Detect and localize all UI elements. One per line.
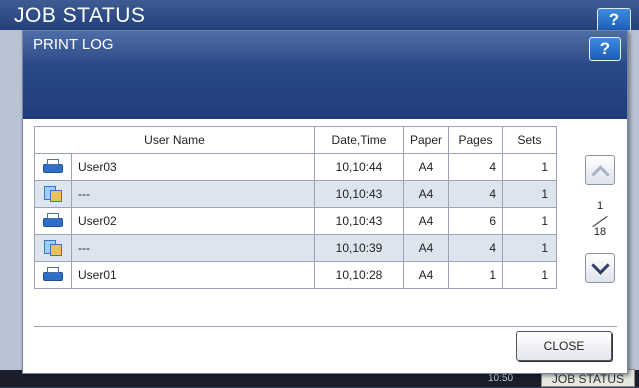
clock: 10:50 xyxy=(488,373,514,384)
scroll-down-button[interactable] xyxy=(585,253,615,283)
sets-cell: 1 xyxy=(502,153,557,181)
printer-icon xyxy=(42,158,64,176)
paper-cell: A4 xyxy=(403,153,449,181)
sets-cell: 1 xyxy=(502,234,557,262)
chevron-up-icon xyxy=(590,165,610,184)
column-header-sets: Sets xyxy=(502,126,557,154)
paper-cell: A4 xyxy=(403,180,449,208)
dialog-title: PRINT LOG xyxy=(33,36,114,53)
divider xyxy=(34,326,617,327)
user-name-cell: --- xyxy=(71,180,315,208)
date-time-cell: 10,10:43 xyxy=(314,207,404,235)
sets-cell: 1 xyxy=(502,261,557,289)
column-header-paper: Paper xyxy=(403,126,449,154)
printer-icon xyxy=(42,266,64,284)
dialog-banner xyxy=(23,63,627,119)
paper-cell: A4 xyxy=(403,261,449,289)
pages-cell: 4 xyxy=(448,234,503,262)
background-help-button[interactable]: ? xyxy=(597,8,631,32)
sets-cell: 1 xyxy=(502,207,557,235)
column-header-user-name: User Name xyxy=(34,126,315,154)
pages-cell: 1 xyxy=(448,261,503,289)
column-header-date-time: Date,Time xyxy=(314,126,404,154)
print-log-dialog: PRINT LOG ? User Name Date,Time Paper Pa… xyxy=(22,30,628,374)
dialog-header: PRINT LOG ? xyxy=(23,31,627,63)
help-button[interactable]: ? xyxy=(589,37,621,61)
background-header: JOB STATUS ? xyxy=(0,0,639,32)
date-time-cell: 10,10:43 xyxy=(314,180,404,208)
table-row[interactable]: --- 10,10:39 A4 4 1 xyxy=(34,234,557,262)
paper-cell: A4 xyxy=(403,234,449,262)
sets-cell: 1 xyxy=(502,180,557,208)
date-time-cell: 10,10:39 xyxy=(314,234,404,262)
printer-icon xyxy=(42,212,64,230)
table-row[interactable]: User01 10,10:28 A4 1 1 xyxy=(34,261,557,289)
user-name-cell: User01 xyxy=(71,261,315,289)
pages-cell: 6 xyxy=(448,207,503,235)
copy-icon xyxy=(42,239,64,257)
scroll-up-button[interactable] xyxy=(585,155,615,185)
table-row[interactable]: User03 10,10:44 A4 4 1 xyxy=(34,153,557,181)
date-time-cell: 10,10:44 xyxy=(314,153,404,181)
print-log-table: User Name Date,Time Paper Pages Sets Use… xyxy=(34,126,557,289)
chevron-down-icon xyxy=(590,256,610,275)
user-name-cell: User03 xyxy=(71,153,315,181)
table-row[interactable]: User02 10,10:43 A4 6 1 xyxy=(34,207,557,235)
background-title: JOB STATUS xyxy=(14,4,146,27)
copy-icon xyxy=(42,185,64,203)
column-header-pages: Pages xyxy=(448,126,503,154)
pages-cell: 4 xyxy=(448,180,503,208)
user-name-cell: --- xyxy=(71,234,315,262)
close-button[interactable]: CLOSE xyxy=(516,331,612,361)
user-name-cell: User02 xyxy=(71,207,315,235)
table-row[interactable]: --- 10,10:43 A4 4 1 xyxy=(34,180,557,208)
paper-cell: A4 xyxy=(403,207,449,235)
page-total: 18 xyxy=(593,226,607,238)
page-current: 1 xyxy=(596,200,604,212)
pages-cell: 4 xyxy=(448,153,503,181)
date-time-cell: 10,10:28 xyxy=(314,261,404,289)
